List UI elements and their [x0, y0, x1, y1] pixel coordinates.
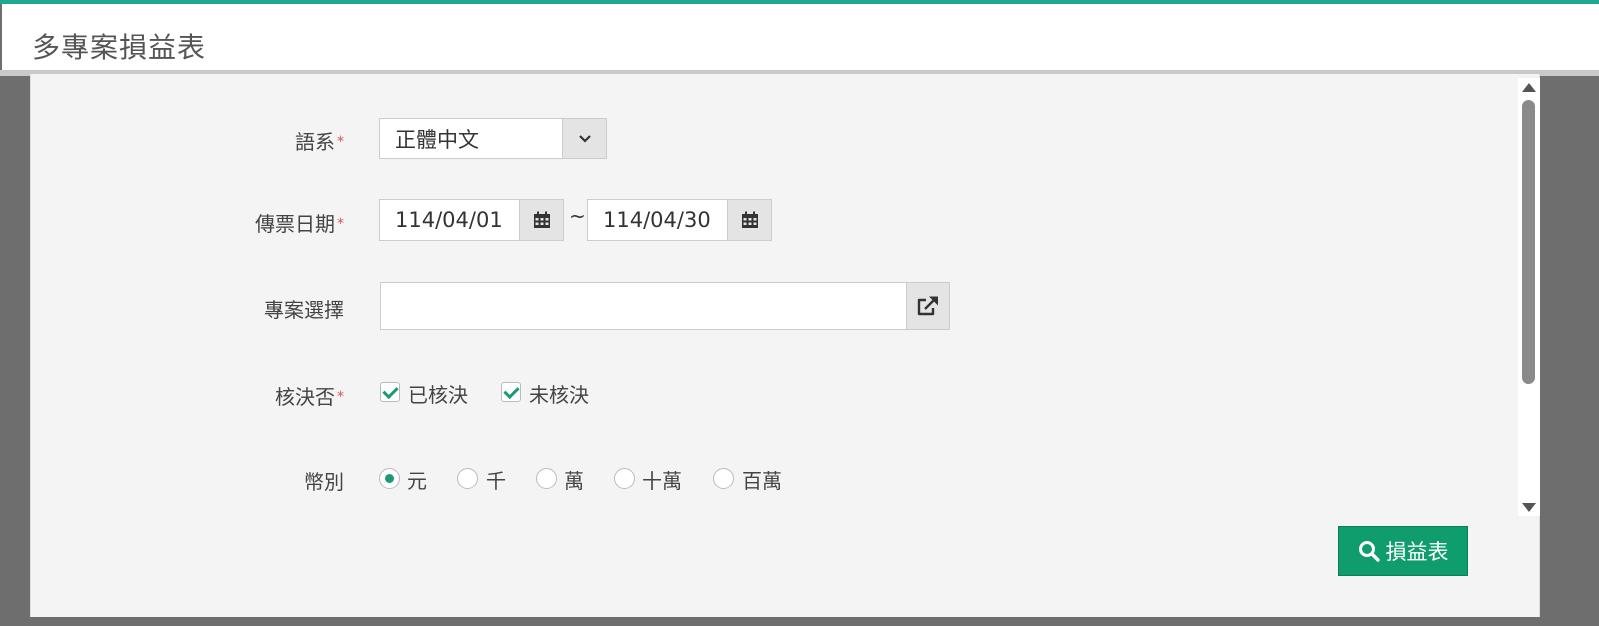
currency-unit-label: 幣別 — [304, 470, 344, 494]
search-icon — [1358, 541, 1380, 562]
language-select-value: 正體中文 — [395, 127, 479, 152]
chevron-down-icon — [578, 134, 591, 143]
unit-radio-ten-thousand[interactable] — [536, 468, 557, 489]
form-panel — [30, 74, 1540, 617]
unit-radio-million[interactable] — [713, 468, 734, 489]
unit-radio-hundred-thousand[interactable] — [614, 468, 635, 489]
voucher-date-label: 傳票日期 * — [255, 212, 344, 236]
page-title: 多專案損益表 — [32, 31, 207, 64]
date-to-input[interactable]: 114/04/30 — [587, 199, 728, 241]
date-range-separator: ~ — [569, 204, 586, 228]
unit-radio-yuan-label[interactable]: 元 — [407, 465, 427, 494]
unit-radio-thousand-label[interactable]: 千 — [486, 465, 506, 494]
required-mark: * — [337, 216, 344, 232]
date-to-picker-button[interactable] — [727, 199, 772, 241]
unit-radio-thousand[interactable] — [457, 468, 478, 489]
profit-loss-report-button[interactable]: 損益表 — [1338, 526, 1468, 576]
scroll-up-arrow-icon[interactable] — [1522, 83, 1536, 92]
language-dropdown-button[interactable] — [562, 118, 607, 159]
page-header: 多專案損益表 — [2, 4, 1599, 70]
approved-checkbox[interactable] — [380, 382, 400, 402]
unit-radio-million-label[interactable]: 百萬 — [742, 465, 782, 494]
language-label: 語系 * — [295, 130, 344, 154]
unit-radio-ten-thousand-label[interactable]: 萬 — [564, 465, 584, 494]
date-from-input[interactable]: 114/04/01 — [379, 199, 520, 241]
calendar-icon — [741, 211, 758, 228]
date-to-value: 114/04/30 — [603, 208, 711, 232]
unit-radio-yuan[interactable] — [379, 468, 400, 489]
required-mark: * — [337, 389, 344, 405]
profit-loss-report-button-label: 損益表 — [1385, 540, 1449, 564]
not-approved-checkbox-label[interactable]: 未核決 — [529, 379, 589, 408]
unit-radio-hundred-thousand-label[interactable]: 十萬 — [642, 465, 682, 494]
date-from-picker-button[interactable] — [519, 199, 564, 241]
date-from-value: 114/04/01 — [395, 208, 503, 232]
approval-label: 核決否 * — [275, 385, 344, 409]
required-mark: * — [337, 134, 344, 150]
scrollbar-thumb[interactable] — [1522, 100, 1535, 384]
scroll-down-arrow-icon[interactable] — [1522, 503, 1536, 512]
language-select[interactable]: 正體中文 — [379, 118, 563, 159]
external-link-icon — [917, 296, 938, 316]
calendar-icon — [533, 211, 550, 228]
not-approved-checkbox[interactable] — [501, 382, 521, 402]
project-input[interactable] — [380, 282, 907, 330]
project-picker-button[interactable] — [906, 282, 950, 330]
approved-checkbox-label[interactable]: 已核決 — [408, 379, 468, 408]
project-label: 專案選擇 — [264, 298, 344, 322]
